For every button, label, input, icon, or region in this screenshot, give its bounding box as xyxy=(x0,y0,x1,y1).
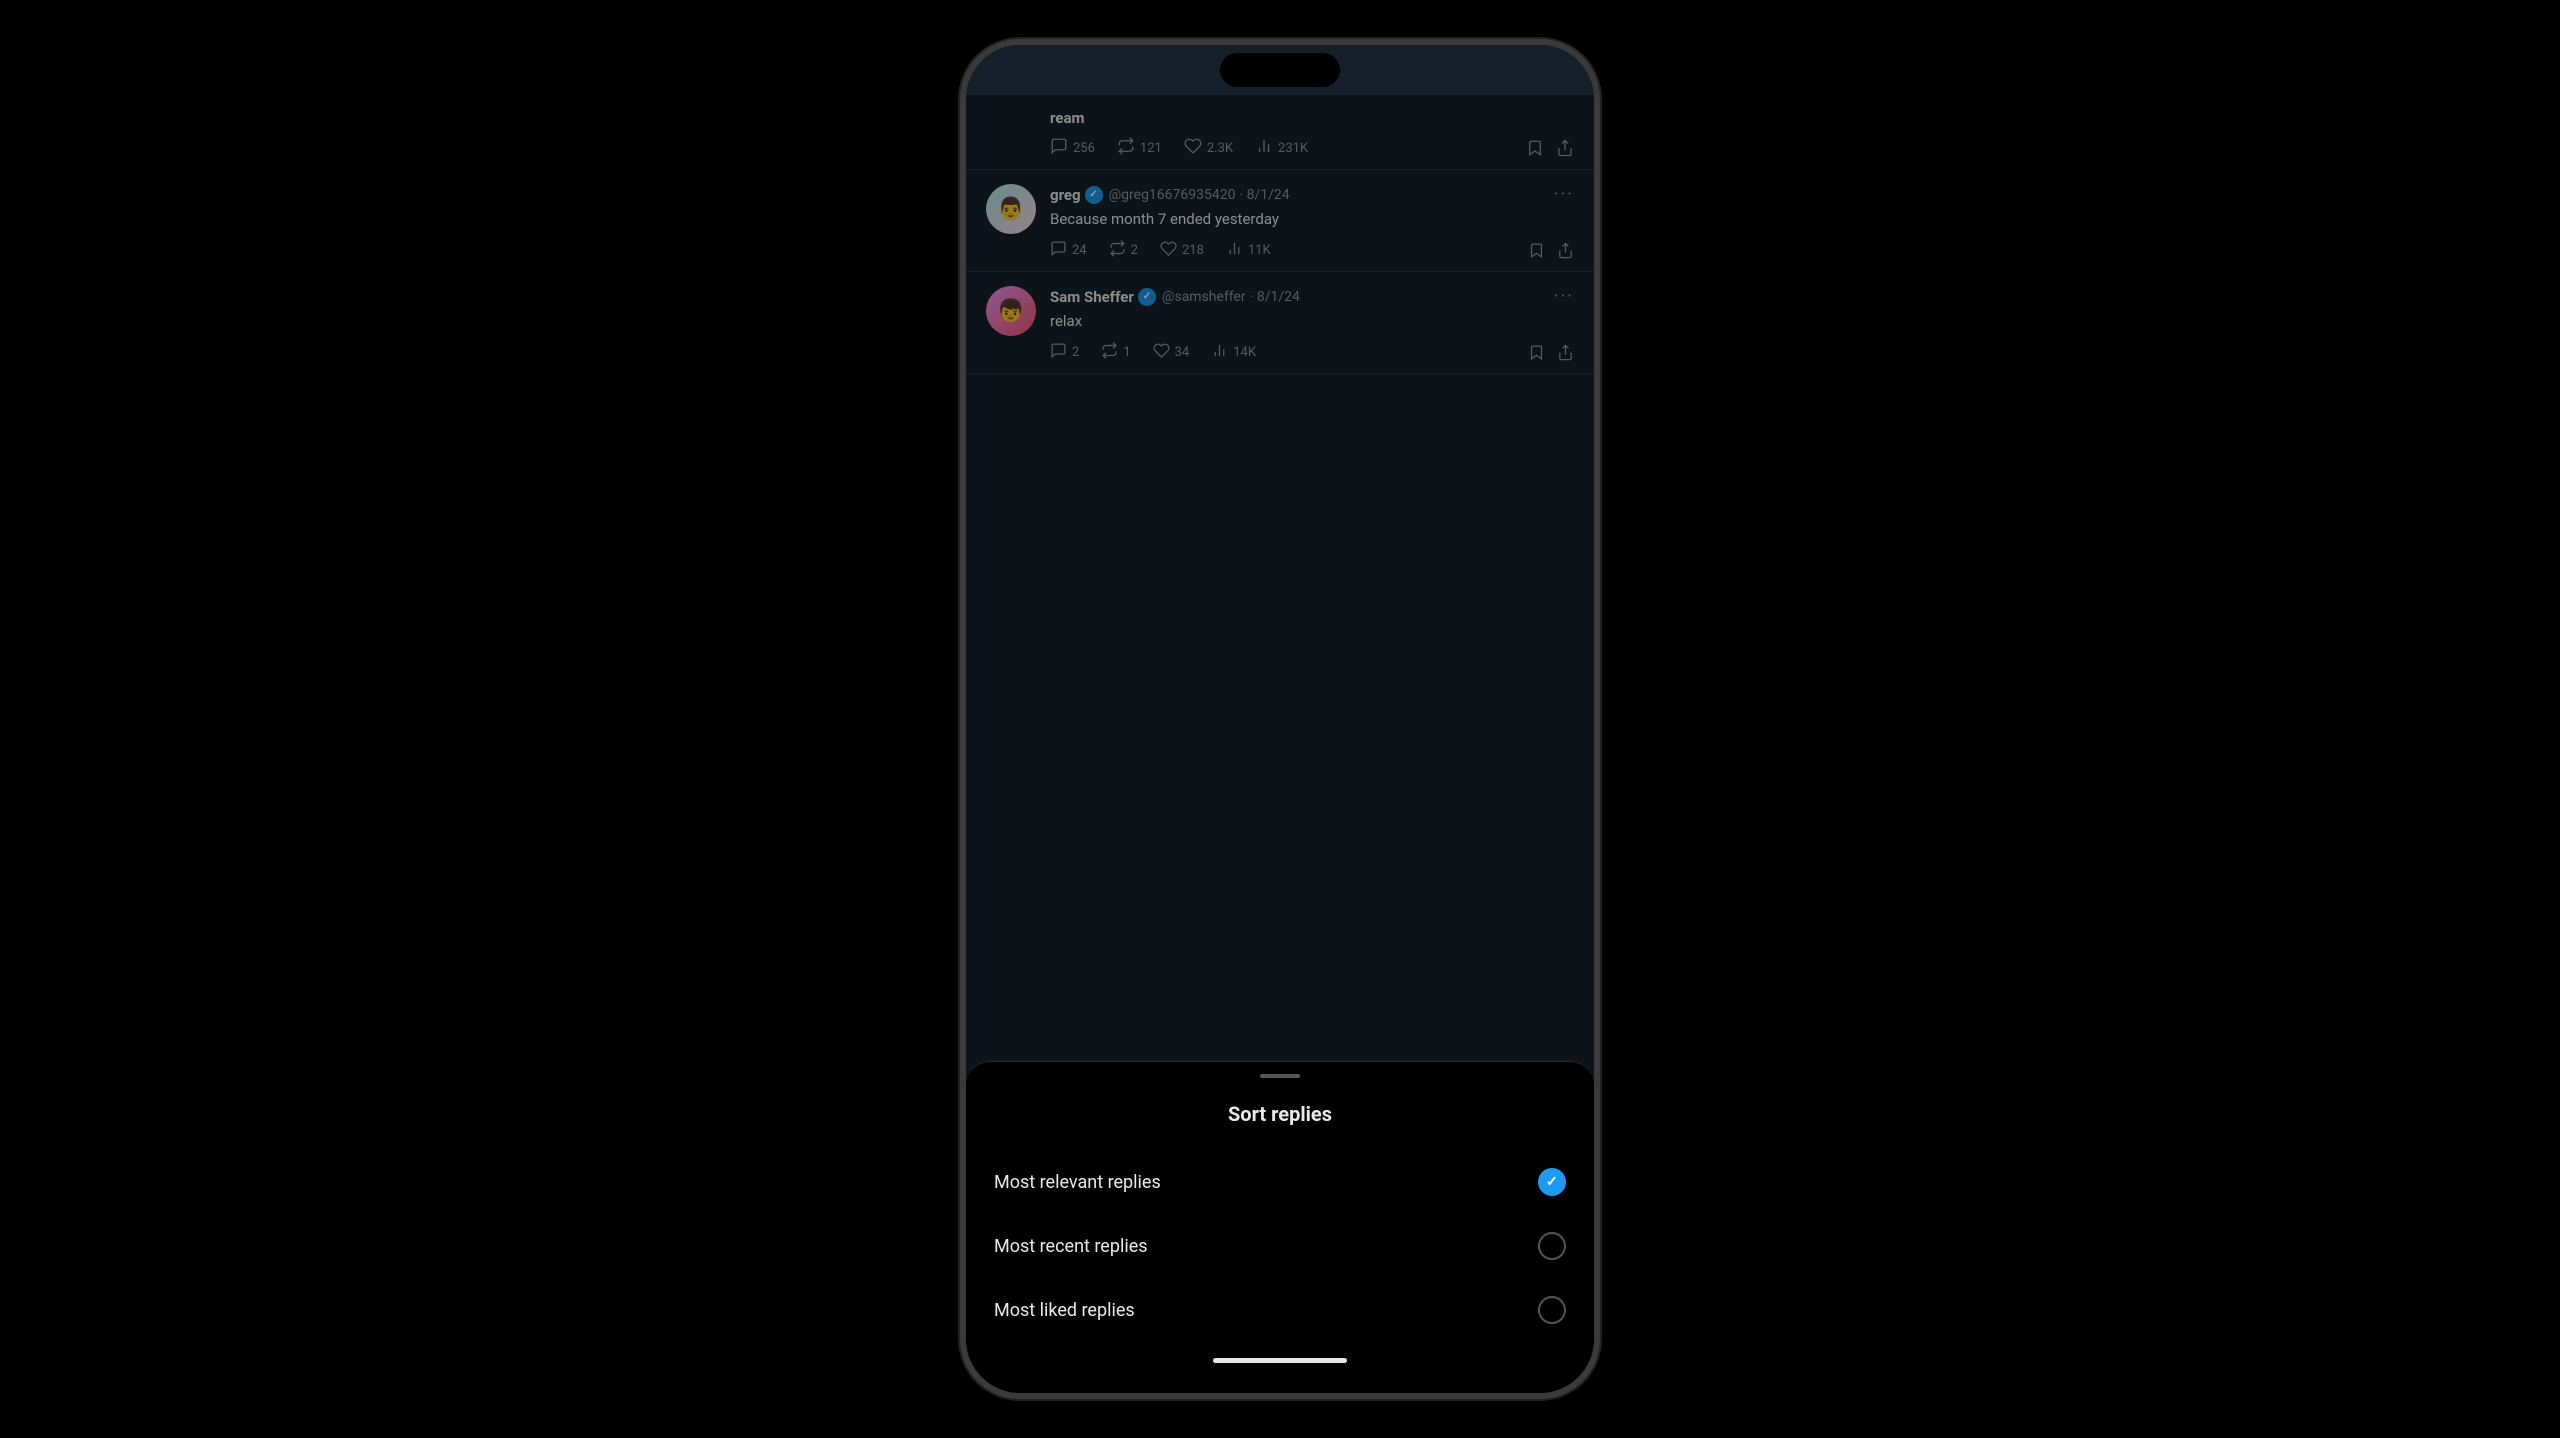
sheet-handle xyxy=(1260,1074,1300,1078)
radio-button-most-relevant[interactable]: ✓ xyxy=(1538,1168,1566,1196)
dynamic-island xyxy=(1220,53,1340,87)
sort-option-label-most-recent: Most recent replies xyxy=(994,1236,1148,1257)
sort-option-most-recent[interactable]: Most recent replies xyxy=(966,1214,1594,1278)
home-indicator xyxy=(1213,1358,1347,1363)
status-bar xyxy=(966,45,1594,95)
screen: ream 256 xyxy=(966,45,1594,1393)
sheet-title: Sort replies xyxy=(966,1102,1594,1126)
radio-button-most-recent[interactable] xyxy=(1538,1232,1566,1260)
phone-frame: ream 256 xyxy=(960,39,1600,1399)
sort-option-most-relevant[interactable]: Most relevant replies ✓ xyxy=(966,1150,1594,1214)
sort-option-label-most-relevant: Most relevant replies xyxy=(994,1172,1161,1193)
sort-option-most-liked[interactable]: Most liked replies xyxy=(966,1278,1594,1342)
radio-check-icon: ✓ xyxy=(1546,1174,1558,1190)
sort-option-label-most-liked: Most liked replies xyxy=(994,1300,1135,1321)
bottom-sheet-overlay: Sort replies Most relevant replies ✓ Mos… xyxy=(966,45,1594,1393)
radio-button-most-liked[interactable] xyxy=(1538,1296,1566,1324)
phone-wrapper: ream 256 xyxy=(950,29,1610,1409)
sort-replies-sheet: Sort replies Most relevant replies ✓ Mos… xyxy=(966,1061,1594,1393)
